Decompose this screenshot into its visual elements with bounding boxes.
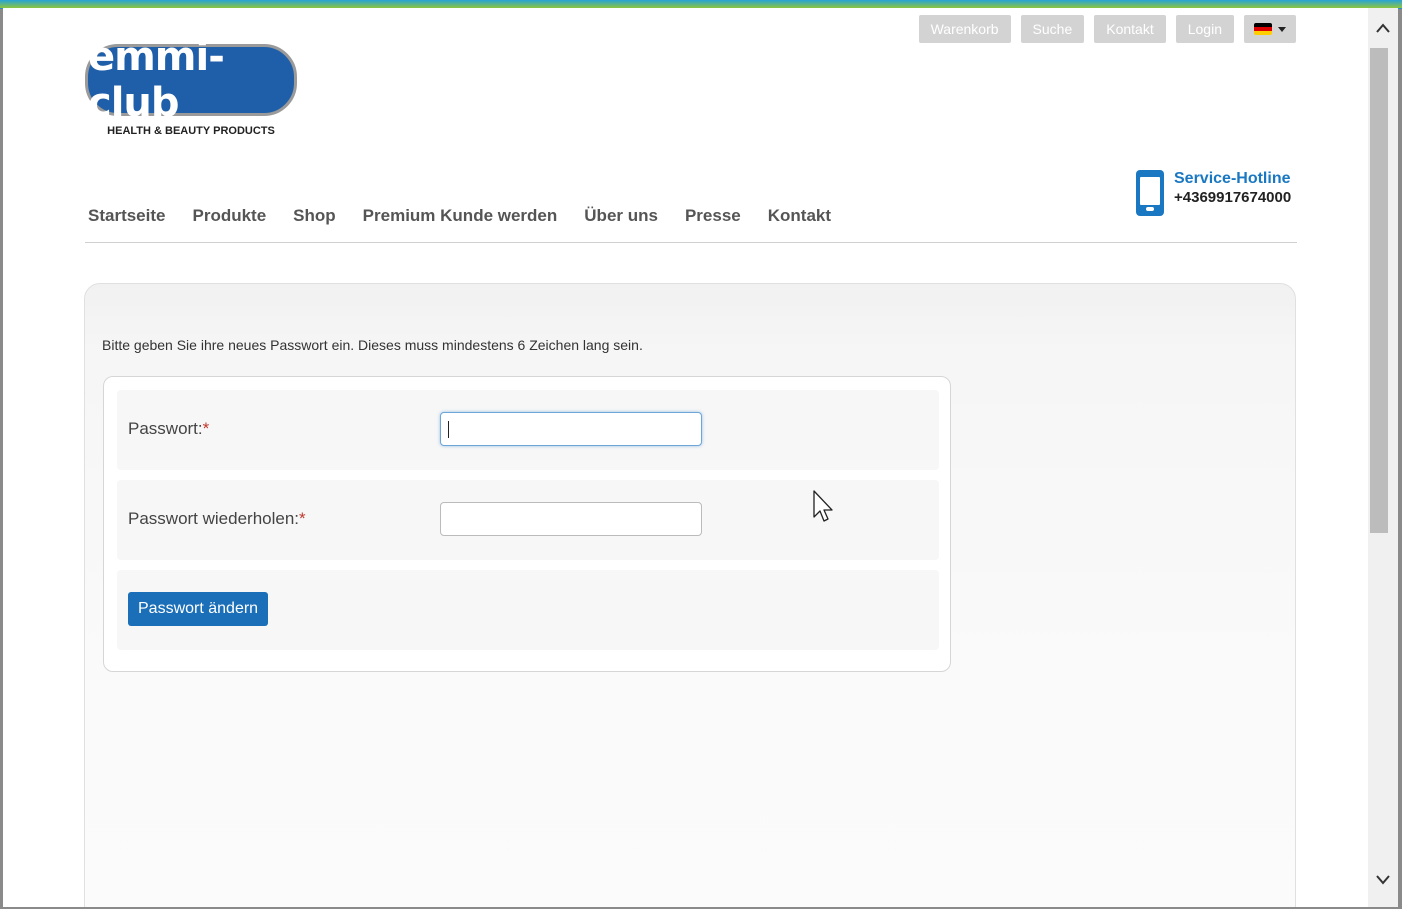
hotline-phone[interactable]: +4369917674000 — [1174, 189, 1291, 206]
required-marker: * — [299, 509, 306, 528]
hotline-title: Service-Hotline — [1174, 170, 1291, 187]
vertical-scrollbar[interactable] — [1368, 8, 1398, 907]
cart-link[interactable]: Warenkorb — [918, 15, 1011, 43]
page-viewport: Warenkorb Suche Kontakt Login emmi-club … — [3, 8, 1368, 907]
nav-item-presse[interactable]: Presse — [682, 206, 741, 242]
mouse-cursor-icon — [813, 490, 833, 522]
text-cursor — [448, 421, 449, 438]
password-label: Passwort:* — [128, 419, 210, 438]
password-input[interactable] — [440, 412, 702, 446]
scroll-up-icon[interactable] — [1368, 8, 1398, 48]
contact-link[interactable]: Kontakt — [1094, 15, 1166, 43]
password-repeat-label: Passwort wiederholen:* — [128, 509, 306, 528]
password-row: Passwort:* — [117, 390, 939, 470]
required-marker: * — [202, 419, 210, 438]
language-dropdown[interactable] — [1244, 15, 1296, 43]
nav-item-produkte[interactable]: Produkte — [189, 206, 266, 242]
nav-item-premium[interactable]: Premium Kunde werden — [360, 206, 558, 242]
caret-down-icon — [1278, 26, 1286, 32]
nav-item-kontakt[interactable]: Kontakt — [765, 206, 831, 242]
utility-nav: Warenkorb Suche Kontakt Login — [918, 15, 1296, 43]
site-logo[interactable]: emmi-club HEALTH & BEAUTY PRODUCTS — [85, 34, 297, 137]
logo-tagline: HEALTH & BEAUTY PRODUCTS — [107, 125, 275, 137]
flag-de-icon — [1254, 23, 1272, 35]
search-link[interactable]: Suche — [1020, 15, 1085, 43]
scroll-thumb[interactable] — [1370, 48, 1388, 533]
scroll-down-icon[interactable] — [1368, 860, 1398, 900]
login-link[interactable]: Login — [1175, 15, 1234, 43]
main-nav: Startseite Produkte Shop Premium Kunde w… — [85, 206, 1297, 243]
submit-row: Passwort ändern — [117, 570, 939, 650]
nav-item-startseite[interactable]: Startseite — [85, 206, 165, 242]
nav-item-shop[interactable]: Shop — [290, 206, 336, 242]
form-instructions: Bitte geben Sie ihre neues Passwort ein.… — [102, 337, 643, 353]
change-password-button[interactable]: Passwort ändern — [128, 592, 269, 626]
password-repeat-input[interactable] — [440, 502, 702, 536]
nav-item-ueber-uns[interactable]: Über uns — [581, 206, 658, 242]
logo-wordmark: emmi-club — [85, 34, 297, 126]
